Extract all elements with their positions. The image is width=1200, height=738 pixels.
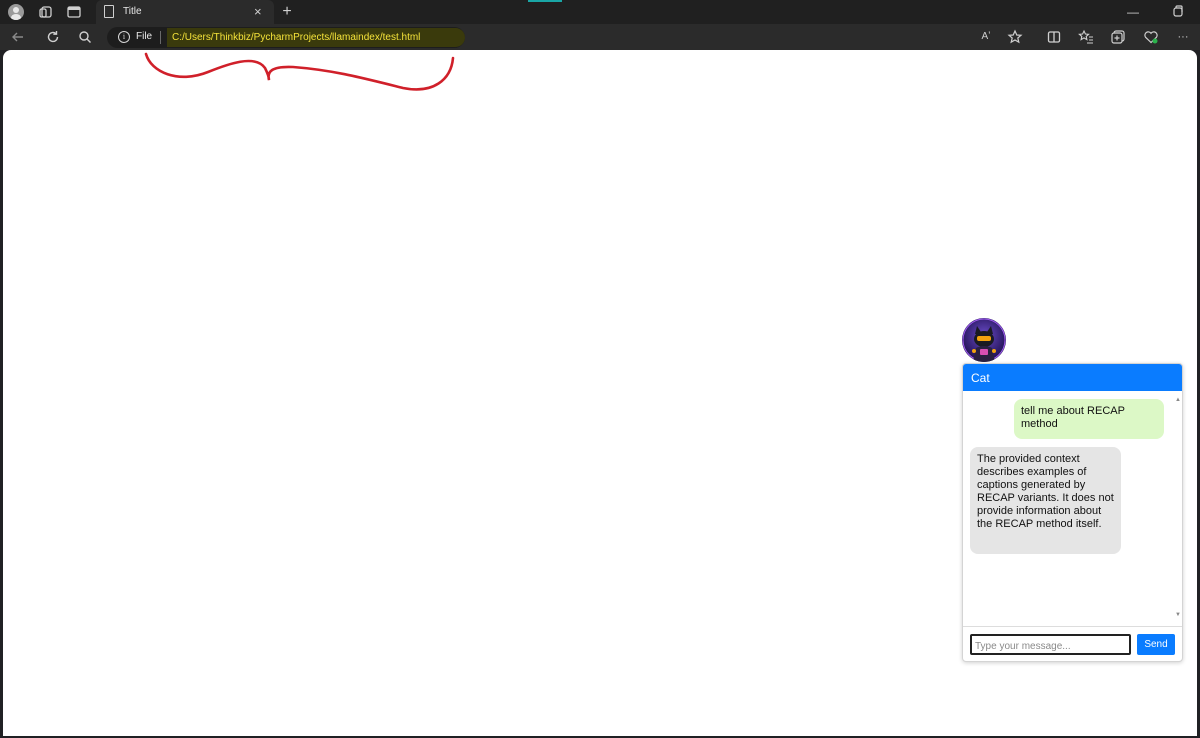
- favorites-icon[interactable]: [1078, 29, 1094, 45]
- minimize-icon[interactable]: —: [1127, 4, 1139, 20]
- url-highlight: C:/Users/Thinkbiz/PycharmProjects/llamai…: [167, 28, 465, 47]
- tab-actions-icon[interactable]: [66, 4, 82, 20]
- user-message: tell me about RECAP method: [1014, 399, 1164, 439]
- restore-icon[interactable]: [1172, 4, 1184, 22]
- more-icon[interactable]: ···: [1175, 29, 1191, 45]
- page-content: Cat tell me about RECAP method The provi…: [3, 50, 1197, 736]
- red-annotation-underline: [144, 52, 455, 91]
- chat-messages[interactable]: tell me about RECAP method The provided …: [963, 391, 1182, 627]
- refresh-icon[interactable]: [45, 29, 61, 45]
- collections-icon[interactable]: [1110, 29, 1126, 45]
- search-icon[interactable]: [77, 29, 93, 45]
- split-screen-icon[interactable]: [1046, 29, 1062, 45]
- message-input-wrapper: [970, 634, 1131, 655]
- scroll-down-arrow[interactable]: ▼: [1175, 612, 1181, 618]
- url-text[interactable]: C:/Users/Thinkbiz/PycharmProjects/llamai…: [172, 32, 420, 43]
- send-button[interactable]: Send: [1137, 634, 1175, 655]
- address-separator: [160, 31, 161, 44]
- close-icon[interactable]: ×: [254, 4, 262, 20]
- document-icon: [104, 5, 114, 18]
- browser-toolbar: i File C:/Users/Thinkbiz/PycharmProjects…: [0, 24, 1200, 50]
- address-bar[interactable]: i File C:/Users/Thinkbiz/PycharmProjects…: [107, 27, 465, 48]
- message-input[interactable]: [972, 638, 1129, 655]
- browser-essentials-icon[interactable]: [1143, 29, 1159, 45]
- chat-widget: Cat tell me about RECAP method The provi…: [962, 363, 1183, 662]
- back-icon[interactable]: [10, 29, 26, 45]
- scheme-label: File: [136, 31, 153, 42]
- workspaces-icon[interactable]: [38, 4, 54, 20]
- info-icon[interactable]: i: [118, 31, 130, 43]
- chat-title: Cat: [971, 371, 990, 385]
- bot-message: The provided context describes examples …: [970, 447, 1121, 554]
- chat-header: Cat: [963, 364, 1182, 391]
- tab-title: Title: [123, 6, 142, 17]
- window-accent: [528, 0, 562, 2]
- tab-active[interactable]: Title ×: [96, 0, 274, 24]
- favorite-star-icon[interactable]: [1007, 29, 1023, 45]
- profile-icon[interactable]: [8, 4, 24, 20]
- scroll-up-arrow[interactable]: ▲: [1175, 397, 1181, 403]
- read-aloud-icon[interactable]: Aʼ: [978, 29, 994, 45]
- chat-bot-avatar[interactable]: [962, 318, 1006, 362]
- plus-icon[interactable]: +: [279, 4, 295, 20]
- title-bar: Title × + —: [0, 0, 1200, 24]
